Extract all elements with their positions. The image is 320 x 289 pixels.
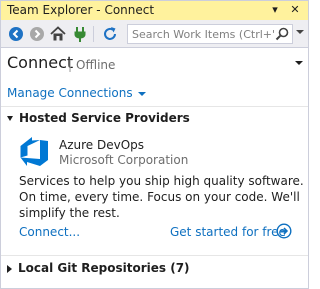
connection-status: Offline — [68, 58, 115, 72]
team-explorer-window: Team Explorer - Connect ▾ ✕ Search Work … — [0, 0, 309, 289]
manage-connections-link[interactable]: Manage Connections — [7, 86, 146, 100]
search-input[interactable] — [128, 25, 274, 43]
provider-company: Microsoft Corporation — [59, 153, 189, 167]
window-title: Team Explorer - Connect — [7, 3, 155, 17]
connect-link[interactable]: Connect... — [19, 225, 80, 239]
azure-devops-logo-icon — [20, 137, 48, 166]
toolbar-separator — [93, 26, 94, 42]
local-git-repos-header[interactable]: Local Git Repositories (7) — [7, 261, 190, 275]
window-dropdown-button[interactable]: ▾ — [267, 2, 283, 18]
search-options-dropdown[interactable] — [296, 30, 304, 34]
expand-right-icon — [7, 264, 12, 273]
manage-connections-label: Manage Connections — [7, 86, 133, 100]
expand-down-icon — [7, 116, 13, 121]
page-header: Connect Offline — [1, 49, 308, 79]
arrow-right-circle-icon[interactable] — [276, 223, 292, 239]
title-bar: Team Explorer - Connect ▾ ✕ — [1, 1, 308, 20]
back-icon[interactable] — [7, 25, 25, 43]
provider-name: Azure DevOps — [59, 138, 145, 152]
page-navigation-dropdown[interactable] — [295, 61, 303, 65]
search-icon[interactable] — [274, 26, 290, 42]
chevron-down-icon — [137, 91, 146, 96]
get-started-link[interactable]: Get started for free — [170, 225, 286, 239]
search-box[interactable] — [127, 24, 293, 44]
local-git-repos-title: Local Git Repositories (7) — [18, 261, 190, 275]
toolbar — [1, 20, 308, 48]
hosted-providers-header[interactable]: Hosted Service Providers — [7, 111, 190, 125]
connect-plug-icon[interactable] — [71, 25, 89, 43]
page-title: Connect — [7, 53, 74, 72]
home-icon[interactable] — [49, 25, 67, 43]
forward-icon[interactable] — [28, 25, 46, 43]
close-button[interactable]: ✕ — [287, 2, 303, 18]
provider-description: Services to help you ship high quality s… — [19, 174, 304, 220]
refresh-icon[interactable] — [101, 25, 119, 43]
section-divider — [1, 255, 308, 256]
hosted-providers-title: Hosted Service Providers — [19, 111, 190, 125]
section-divider — [1, 106, 308, 107]
